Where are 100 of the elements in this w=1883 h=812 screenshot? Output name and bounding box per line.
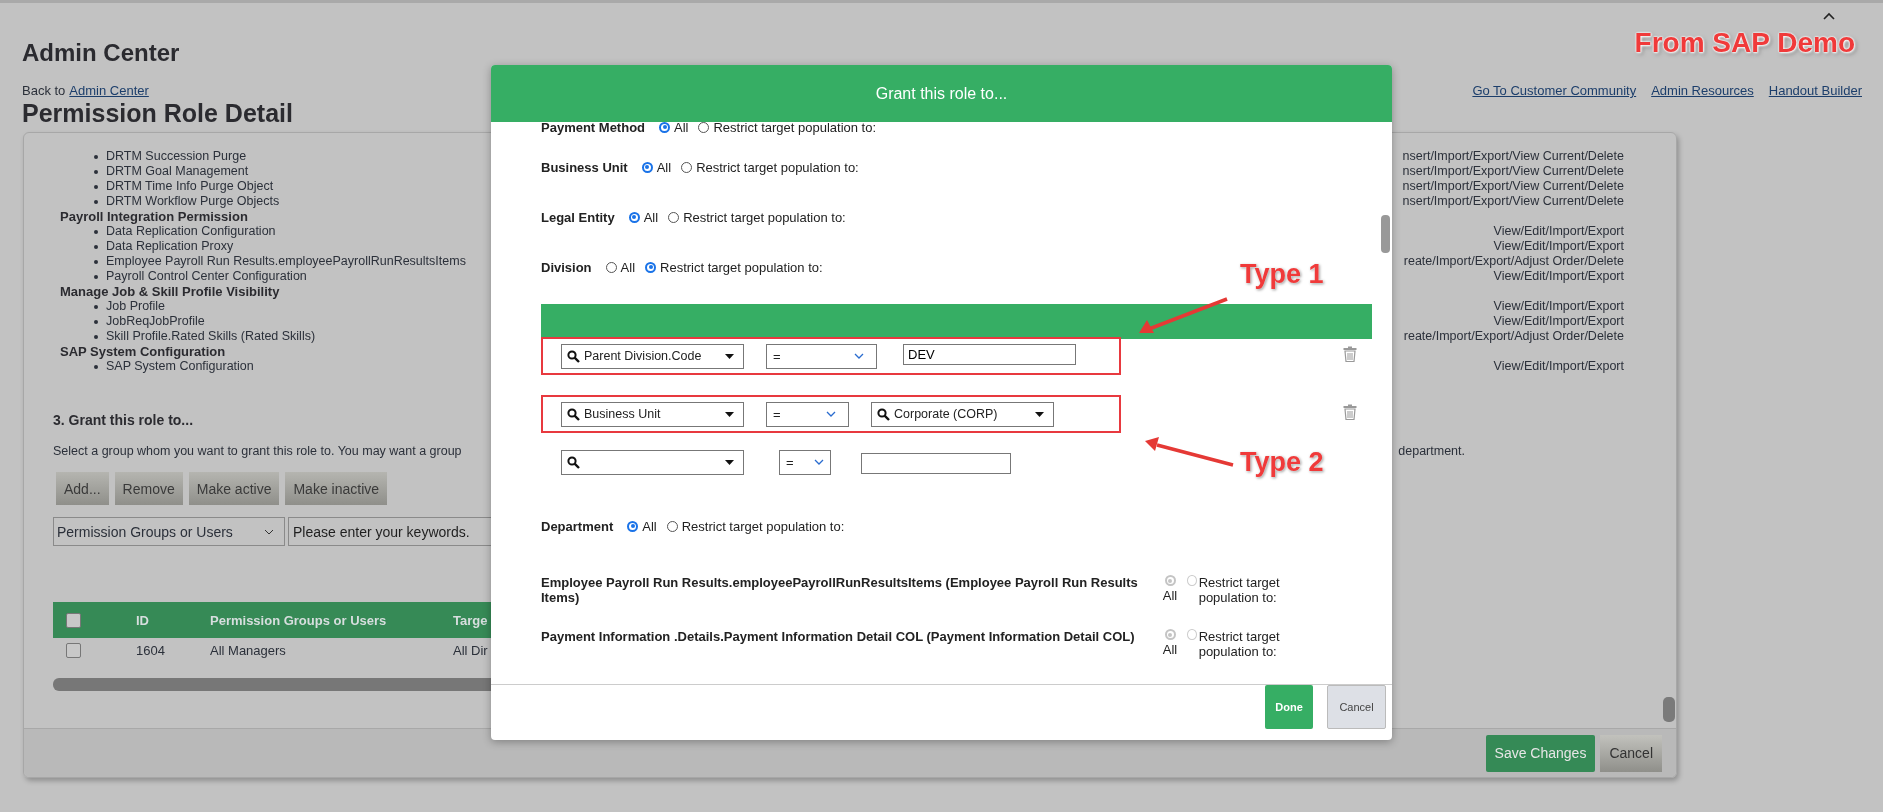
column-header: Permission Groups or Users — [210, 612, 388, 628]
header-link[interactable]: Admin Resources — [1651, 83, 1754, 98]
bullet-icon — [94, 319, 98, 324]
bullet-icon — [94, 169, 98, 174]
field-select[interactable]: Parent Division.Code — [561, 343, 744, 369]
permission-name: DRTM Goal Management — [106, 164, 249, 179]
permission-name: DRTM Succession Purge — [106, 149, 247, 164]
back-link[interactable]: Admin Center — [69, 83, 149, 98]
field-select[interactable]: Business Unit — [561, 401, 744, 427]
radio-label: Restrict target population to: — [681, 518, 845, 534]
caret-icon — [725, 459, 734, 465]
radio-label: Restrict target population to: — [1198, 629, 1281, 659]
trash-icon[interactable] — [1343, 346, 1357, 362]
radio-button[interactable] — [698, 121, 710, 133]
back-label: Back to — [22, 83, 66, 98]
permission-access: nsert/Import/Export/View Current/Delete — [1402, 179, 1624, 194]
trash-icon[interactable] — [1343, 404, 1357, 420]
radio-label: All — [656, 159, 672, 175]
column-header: ID — [136, 612, 150, 628]
page-title: Admin Center — [22, 39, 180, 67]
radio-button[interactable] — [628, 211, 640, 223]
caret-icon — [725, 353, 734, 359]
annotation-text: Type 2 — [1240, 447, 1324, 478]
radio-button[interactable] — [659, 121, 670, 133]
bullet-icon — [94, 229, 98, 234]
radio-label: All — [674, 119, 689, 135]
bullet-icon — [94, 199, 98, 204]
value-field[interactable] — [861, 453, 1011, 474]
annotation-text: Type 1 — [1240, 259, 1324, 290]
caret-icon — [725, 411, 734, 417]
radio-label: Restrict target population to: — [660, 259, 823, 275]
radio-button[interactable] — [641, 161, 653, 173]
radio-button[interactable] — [645, 261, 657, 273]
radio-button[interactable] — [627, 520, 639, 532]
radio-label: All — [1162, 588, 1178, 603]
operator-select[interactable]: = — [766, 343, 877, 369]
bullet-icon — [94, 364, 98, 369]
chevron-icon — [854, 353, 864, 359]
cancel-button[interactable]: Cancel — [1600, 734, 1662, 772]
field-select[interactable] — [561, 449, 744, 475]
permission-name: DRTM Time Info Purge Object — [106, 179, 274, 194]
table-cell-text: All Managers — [210, 642, 287, 658]
permission-name: Employee Payroll Run Results.employeePayrollRunResultsItems — [106, 254, 466, 269]
description-text: department. — [1398, 444, 1465, 458]
permission-access: reate/Import/Export/Adjust Order/Delete — [1403, 329, 1624, 344]
permission-access: View/Edit/Import/Export — [1493, 224, 1624, 239]
scrollbar-thumb[interactable] — [1663, 697, 1675, 722]
save-button[interactable]: Save Changes — [1485, 734, 1596, 772]
radio-label: All — [642, 518, 657, 534]
permission-access: nsert/Import/Export/View Current/Delete — [1402, 194, 1624, 209]
action-button[interactable]: Make active — [188, 472, 280, 505]
action-button[interactable]: Make inactive — [285, 472, 388, 505]
section-heading: 3. Grant this role to... — [53, 412, 194, 428]
scrollbar-thumb[interactable] — [1381, 215, 1390, 253]
table-cell-text: 1604 — [136, 642, 166, 658]
search-icon — [567, 455, 580, 469]
permission-name: SAP System Configuration — [106, 359, 254, 374]
filter-label: Business Unit — [541, 159, 628, 175]
radio-label: Restrict target population to: — [713, 119, 877, 135]
permission-name: DRTM Workflow Purge Objects — [106, 194, 280, 209]
bullet-icon — [94, 184, 98, 189]
radio-label: All — [643, 209, 659, 225]
chevron-icon — [264, 528, 274, 535]
group-type-select[interactable]: Permission Groups or Users — [53, 517, 285, 546]
permission-access: View/Edit/Import/Export — [1493, 239, 1624, 254]
annotation-text: From SAP Demo — [1634, 27, 1855, 59]
header-link[interactable]: Go To Customer Community — [1472, 83, 1637, 98]
radio-button[interactable] — [668, 211, 680, 223]
cancel-button[interactable]: Cancel — [1327, 685, 1386, 729]
permission-access: nsert/Import/Export/View Current/Delete — [1402, 149, 1624, 164]
radio-button[interactable] — [605, 261, 617, 273]
row-checkbox[interactable] — [66, 642, 81, 658]
chevron-icon — [826, 411, 836, 417]
dialog-title: Grant this role to... — [875, 84, 1008, 103]
bullet-icon — [94, 154, 98, 159]
chevron-icon — [814, 459, 824, 465]
page-heading: Permission Role Detail — [22, 99, 293, 128]
permission-access: View/Edit/Import/Export — [1493, 269, 1624, 284]
select-all-checkbox[interactable] — [66, 612, 81, 628]
permission-name: Skill Profile.Rated Skills (Rated Skills) — [106, 329, 316, 344]
filter-label: Division — [541, 259, 592, 275]
permission-access: nsert/Import/Export/View Current/Delete — [1402, 164, 1624, 179]
radio-label: Restrict target population to: — [696, 159, 859, 175]
value-select[interactable]: Corporate (CORP) — [871, 401, 1054, 427]
action-button[interactable]: Add... — [56, 472, 109, 505]
filter-label: Legal Entity — [541, 209, 615, 225]
action-button[interactable]: Remove — [114, 472, 183, 505]
radio-button[interactable] — [681, 161, 693, 173]
operator-select[interactable]: = — [766, 401, 849, 427]
value-field[interactable]: DEV — [903, 344, 1076, 365]
search-icon — [877, 407, 890, 421]
header-link[interactable]: Handout Builder — [1768, 83, 1862, 98]
filter-label: Employee Payroll Run Results.employeePayrollRunResultsItems (Employee Payroll Run Results Items) — [541, 575, 1139, 605]
caret-icon — [1035, 411, 1044, 417]
operator-select[interactable]: = — [779, 449, 831, 475]
permission-name: Job Profile — [106, 299, 166, 314]
bullet-icon — [94, 259, 98, 264]
scroll-up-icon[interactable] — [1822, 11, 1836, 21]
radio-button[interactable] — [666, 520, 678, 532]
bullet-icon — [94, 244, 98, 249]
